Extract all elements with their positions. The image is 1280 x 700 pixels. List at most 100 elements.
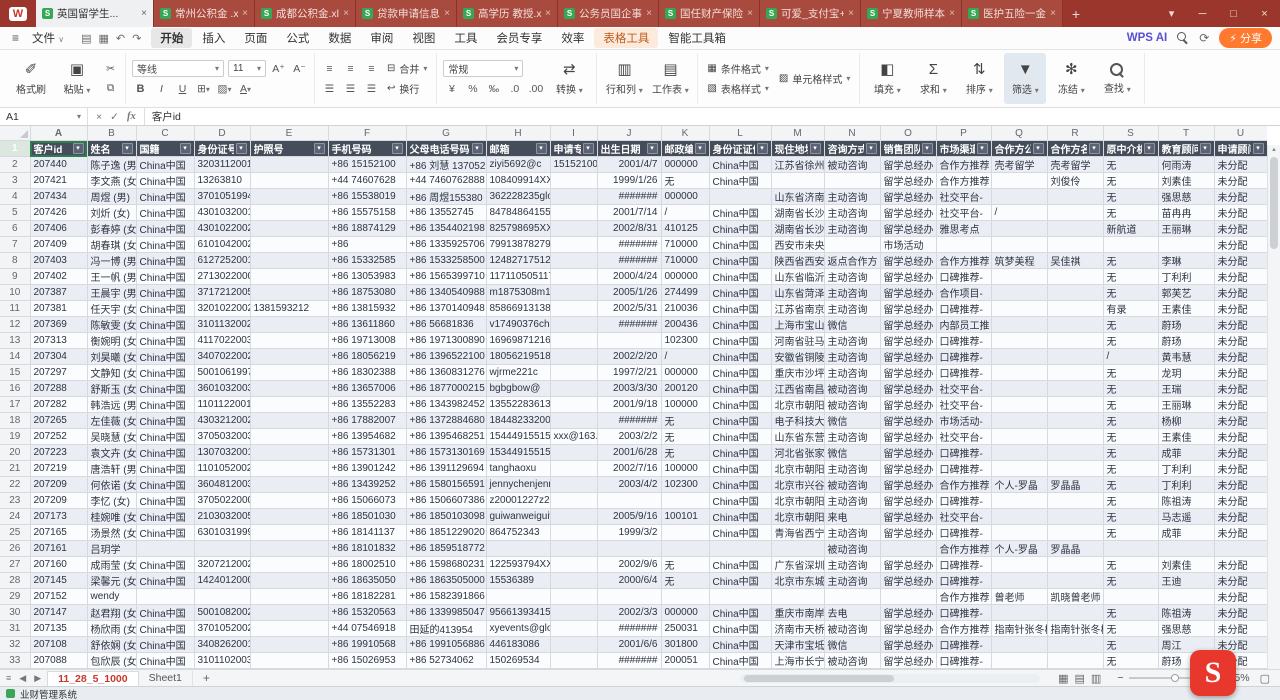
cell[interactable] — [880, 541, 936, 557]
cell[interactable]: China中国 — [136, 621, 194, 637]
cell[interactable]: 100101 — [661, 509, 709, 525]
tab-close-icon[interactable]: × — [444, 8, 450, 19]
cell[interactable] — [1158, 589, 1214, 605]
maximize-icon[interactable]: □ — [1218, 0, 1249, 27]
cell[interactable] — [991, 493, 1047, 509]
cell[interactable]: 上海市长宁 — [771, 653, 824, 669]
cell[interactable] — [250, 541, 328, 557]
paste-button[interactable]: ▣ 粘贴 ▾ — [56, 53, 98, 104]
row-number[interactable]: 14 — [0, 349, 30, 365]
cell[interactable]: 108409914XXX@163. — [486, 173, 550, 189]
document-tab[interactable]: S成都公积金.xlsx× — [255, 0, 356, 27]
cell[interactable]: 207426 — [30, 205, 87, 221]
cell[interactable]: ####### — [597, 237, 661, 253]
cell[interactable]: ####### — [597, 653, 661, 669]
cell[interactable]: 1381593212 — [250, 301, 328, 317]
cell[interactable]: 2003/4/2 — [597, 477, 661, 493]
cell[interactable]: 留学总经办 — [880, 397, 936, 413]
cell[interactable]: 留学总经办 — [880, 557, 936, 573]
cell[interactable] — [1047, 493, 1103, 509]
cell[interactable]: 强思慈 — [1158, 621, 1214, 637]
cell[interactable]: 微信 — [824, 637, 880, 653]
cell[interactable] — [250, 365, 328, 381]
filter-dropdown-icon[interactable]: ▾ — [1200, 143, 1211, 154]
cell[interactable] — [550, 221, 597, 237]
filter-dropdown-icon[interactable]: ▾ — [1089, 143, 1100, 154]
header-cell[interactable]: 申请顾问▾ — [1214, 141, 1267, 157]
cell[interactable]: wjrme221c — [486, 365, 550, 381]
cell[interactable]: ####### — [597, 253, 661, 269]
row-number[interactable]: 1 — [0, 141, 30, 157]
percent-icon[interactable]: % — [464, 81, 481, 97]
cell[interactable] — [709, 589, 771, 605]
cell[interactable] — [991, 413, 1047, 429]
zoom-slider-knob[interactable] — [1171, 674, 1179, 682]
cell[interactable]: 丁利利 — [1158, 269, 1214, 285]
cell[interactable]: China中国 — [136, 237, 194, 253]
cell[interactable]: 207406 — [30, 221, 87, 237]
cell[interactable]: tanghaoxu — [486, 461, 550, 477]
header-cell[interactable]: 申请专用邮箱▾ — [550, 141, 597, 157]
row-number[interactable]: 2 — [0, 157, 30, 173]
undo-icon[interactable]: ↶ — [116, 32, 125, 45]
cell[interactable] — [550, 621, 597, 637]
header-cell[interactable]: 市场渠道▾ — [936, 141, 991, 157]
cell[interactable] — [1047, 237, 1103, 253]
cell[interactable]: 207282 — [30, 397, 87, 413]
find-button[interactable]: 查找 ▾ — [1096, 53, 1138, 104]
cell[interactable]: +86 1395468251 — [406, 429, 486, 445]
share-button[interactable]: ⚡分享 — [1219, 28, 1272, 48]
cell[interactable]: 370503200302020020 — [194, 429, 250, 445]
row-number[interactable]: 17 — [0, 397, 30, 413]
cell[interactable] — [597, 333, 661, 349]
cell[interactable] — [991, 349, 1047, 365]
cell[interactable]: 无 — [1103, 285, 1158, 301]
cell[interactable] — [550, 173, 597, 189]
cell[interactable]: 2001/6/6 — [597, 637, 661, 653]
cell[interactable]: 留学总经办 — [880, 269, 936, 285]
cell[interactable]: 无 — [1103, 525, 1158, 541]
cell[interactable]: 来电 — [824, 509, 880, 525]
cell[interactable]: 1997/2/21 — [597, 365, 661, 381]
cell[interactable]: 180562195180562195 — [486, 349, 550, 365]
cell[interactable]: 430321200211140121 — [194, 413, 250, 429]
cell[interactable]: 未分配 — [1214, 557, 1267, 573]
cell[interactable] — [136, 589, 194, 605]
document-tab[interactable]: S常州公积金 .xlsx× — [154, 0, 255, 27]
cell[interactable]: 合作方推荐 — [936, 541, 991, 557]
cell[interactable]: 合作方推荐 — [936, 253, 991, 269]
cell[interactable]: China中国 — [136, 317, 194, 333]
cell[interactable]: 2005/1/26 — [597, 285, 661, 301]
cell[interactable]: +44 07546918 — [328, 621, 406, 637]
cell[interactable]: +86 18501030 — [328, 509, 406, 525]
cell[interactable]: 吕玥学 — [87, 541, 136, 557]
header-cell[interactable]: 父母电话号码▾ — [406, 141, 486, 157]
row-number[interactable]: 4 — [0, 189, 30, 205]
cell[interactable] — [991, 333, 1047, 349]
cell[interactable]: +86 1533258500 — [406, 253, 486, 269]
cell[interactable]: 274499 — [661, 285, 709, 301]
cell[interactable]: 无 — [1103, 381, 1158, 397]
cell[interactable]: +86 18753080 — [328, 285, 406, 301]
cell[interactable]: 王丽琳 — [1158, 221, 1214, 237]
cell[interactable]: China中国 — [709, 397, 771, 413]
row-number[interactable]: 22 — [0, 477, 30, 493]
cell[interactable] — [1047, 269, 1103, 285]
filter-dropdown-icon[interactable]: ▾ — [922, 143, 933, 154]
cell[interactable]: 1999/1/26 — [597, 173, 661, 189]
cell[interactable]: 2001/6/28 — [597, 445, 661, 461]
cell[interactable]: 207147 — [30, 605, 87, 621]
cell[interactable]: 内部员工推 — [936, 317, 991, 333]
cell[interactable]: 2003/2/2 — [597, 429, 661, 445]
cell[interactable]: 无 — [1103, 365, 1158, 381]
cell[interactable]: 成雨莹 (女 — [87, 557, 136, 573]
cell[interactable] — [1047, 573, 1103, 589]
column-header-E[interactable]: E — [250, 126, 328, 141]
cell[interactable] — [550, 653, 597, 669]
column-header-H[interactable]: H — [486, 126, 550, 141]
cell[interactable]: 无 — [1103, 253, 1158, 269]
cell[interactable]: 留学总经办 — [880, 349, 936, 365]
cell[interactable] — [1047, 397, 1103, 413]
column-header-N[interactable]: N — [824, 126, 880, 141]
cell[interactable] — [1047, 365, 1103, 381]
